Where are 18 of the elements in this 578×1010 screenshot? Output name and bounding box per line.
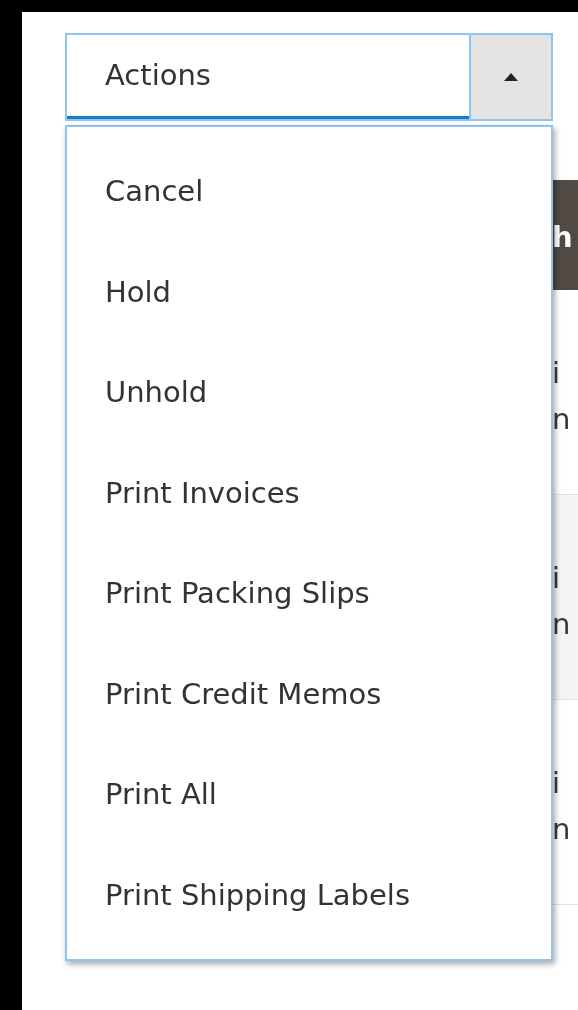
table-cell-text: n — [552, 401, 572, 438]
menu-item[interactable]: Print Packing Slips — [67, 543, 551, 644]
menu-item[interactable]: Print All — [67, 744, 551, 845]
menu-item[interactable]: Unhold — [67, 342, 551, 443]
menu-item[interactable]: Print Shipping Labels — [67, 844, 551, 945]
menu-item[interactable]: Hold — [67, 241, 551, 342]
table-header: h — [552, 180, 578, 290]
dropdown-toggle-button[interactable] — [469, 35, 551, 119]
table-cell-text: n — [552, 606, 572, 643]
table-cell-text: i — [552, 560, 562, 597]
menu-item[interactable]: Print Credit Memos — [67, 643, 551, 744]
table-cell-text: i — [552, 355, 562, 392]
table-cell-text: i — [552, 765, 562, 802]
menu-item[interactable]: Print Invoices — [67, 442, 551, 543]
menu-item[interactable]: Cancel — [67, 141, 551, 242]
table-cell-text: n — [552, 811, 572, 848]
caret-up-icon — [504, 73, 518, 81]
actions-select[interactable]: Actions — [65, 33, 553, 121]
